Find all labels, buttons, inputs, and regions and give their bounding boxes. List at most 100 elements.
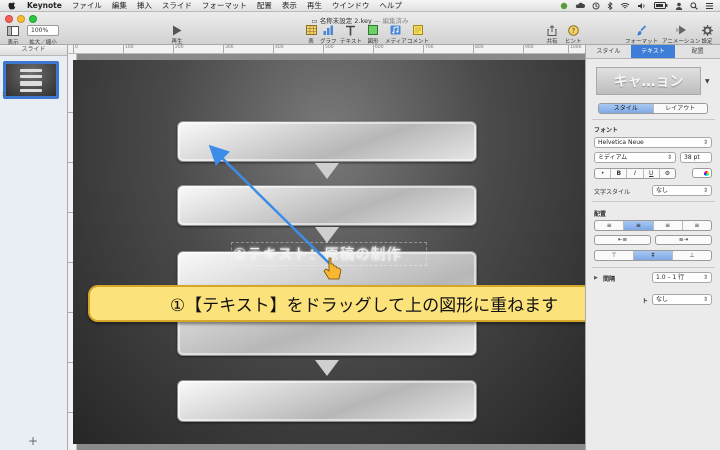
align-justify-icon[interactable]: ≡: [683, 221, 711, 230]
menu-app[interactable]: Keynote: [22, 1, 67, 10]
shape-button[interactable]: 図形: [366, 24, 380, 45]
ruler-tick: 200: [173, 45, 184, 53]
underline-button[interactable]: U: [644, 169, 660, 178]
dragged-text-box[interactable]: ①テキスト：原稿の制作: [233, 243, 402, 264]
media-button[interactable]: メディア: [385, 24, 407, 45]
flow-step-box-2[interactable]: [177, 185, 477, 226]
ruler-tick: 100: [123, 45, 134, 53]
tab-text[interactable]: テキスト: [630, 45, 676, 58]
ruler-tick: 700: [423, 45, 434, 53]
view-button[interactable]: 表示: [6, 25, 20, 46]
play-button[interactable]: 再生: [170, 24, 184, 45]
subtab-layout[interactable]: レイアウト: [654, 104, 708, 113]
flow-step-box-1[interactable]: [177, 121, 477, 162]
chevron-updown-icon: ⇕: [702, 139, 708, 146]
outdent-icon: ⇤≡: [617, 237, 628, 243]
align-left-icon[interactable]: ≡: [595, 221, 625, 230]
tips-button[interactable]: ? ヒント: [565, 24, 582, 45]
navigator-header: スライド: [0, 45, 67, 56]
time-machine-icon[interactable]: [592, 2, 600, 10]
user-icon[interactable]: [675, 2, 683, 10]
ruler-tick: 900: [523, 45, 534, 53]
align-right-icon[interactable]: ≡: [654, 221, 683, 230]
menu-help[interactable]: ヘルプ: [374, 0, 407, 11]
paragraph-style-preview[interactable]: キャ…ョン: [596, 67, 701, 95]
chevron-updown-icon: ⇕: [666, 154, 672, 161]
menu-view[interactable]: 表示: [277, 0, 302, 11]
apple-icon[interactable]: [7, 1, 17, 11]
tab-arrange[interactable]: 配置: [675, 45, 720, 58]
align-top-icon[interactable]: ⊤: [595, 251, 634, 260]
bullets-select[interactable]: なし ⇕: [652, 294, 712, 305]
disclosure-triangle-icon[interactable]: ▶: [594, 275, 598, 281]
italic-button[interactable]: I: [627, 169, 644, 178]
setup-button[interactable]: 設定: [700, 24, 714, 45]
decrease-indent-button[interactable]: ⇤≡: [594, 235, 651, 245]
flow-step-box-4[interactable]: [177, 380, 477, 422]
menu-play[interactable]: 再生: [302, 0, 327, 11]
cloud-icon[interactable]: [575, 2, 585, 9]
share-icon: [545, 24, 559, 36]
increase-indent-button[interactable]: ≡⇥: [655, 235, 712, 245]
zoom-control[interactable]: 100% 拡大／縮小: [27, 25, 59, 46]
menu-format[interactable]: フォーマット: [197, 0, 252, 11]
line-spacing-select[interactable]: 1.0 – 1 行 ⇕: [652, 272, 712, 283]
evernote-icon[interactable]: [560, 2, 568, 10]
alignment-section-label: 配置: [594, 211, 607, 218]
share-button[interactable]: 共有: [545, 24, 559, 45]
chevron-updown-icon: ⇕: [702, 187, 708, 194]
gear-icon: [700, 24, 714, 36]
table-button[interactable]: 表: [304, 24, 318, 45]
menu-slide[interactable]: スライド: [157, 0, 197, 11]
slide-thumbnail-1[interactable]: [3, 61, 59, 99]
text-options-icon[interactable]: •: [595, 169, 612, 178]
add-slide-button[interactable]: +: [28, 434, 38, 448]
subtab-style[interactable]: スタイル: [599, 104, 654, 113]
text-color-well[interactable]: [692, 168, 712, 178]
view-icon: [6, 25, 20, 37]
instruction-callout: ①【テキスト】をドラッグして上の図形に重ねます: [88, 285, 640, 322]
align-middle-icon[interactable]: ‡: [634, 251, 673, 260]
font-family-select[interactable]: Helvetica Neue ⇕: [594, 137, 712, 148]
menu-arrange[interactable]: 配置: [252, 0, 277, 11]
thumb-box: [20, 75, 42, 78]
gear-icon[interactable]: ⚙: [660, 169, 675, 178]
char-style-label: 文字スタイル: [594, 189, 631, 196]
chevron-updown-icon: ⇕: [702, 296, 708, 303]
menu-window[interactable]: ウインドウ: [327, 0, 375, 11]
slide-canvas[interactable]: ①テキスト：原稿の制作: [73, 60, 585, 444]
zoom-value[interactable]: 100%: [27, 25, 59, 36]
wifi-icon[interactable]: [620, 2, 630, 10]
text-button[interactable]: テキスト: [340, 24, 362, 45]
chart-icon: [321, 24, 335, 36]
chart-button[interactable]: グラフ: [320, 24, 337, 45]
menu-file[interactable]: ファイル: [67, 0, 107, 11]
question-icon: ?: [566, 24, 580, 36]
char-style-select[interactable]: なし ⇕: [652, 185, 712, 196]
align-bottom-icon[interactable]: ⊥: [673, 251, 711, 260]
notification-center-icon[interactable]: [705, 2, 714, 10]
play-icon: [170, 24, 184, 36]
shape-icon: [366, 24, 380, 36]
ruler-tick: 800: [473, 45, 484, 53]
animate-button[interactable]: アニメーション: [662, 24, 700, 45]
font-style-buttons: • B I U ⚙: [594, 168, 676, 179]
font-size-field[interactable]: 38 pt: [680, 152, 712, 163]
menu-edit[interactable]: 編集: [107, 0, 132, 11]
menu-insert[interactable]: 挿入: [132, 0, 157, 11]
comment-button[interactable]: コメント: [407, 24, 429, 45]
spotlight-icon[interactable]: [690, 1, 698, 10]
volume-icon[interactable]: [637, 2, 647, 10]
horizontal-alignment-buttons: ≡ ≡ ≡ ≡: [594, 220, 712, 231]
inspector-tabs: スタイル テキスト 配置: [586, 45, 720, 59]
format-button[interactable]: フォーマット: [625, 24, 658, 45]
battery-icon[interactable]: [654, 2, 668, 9]
font-weight-select[interactable]: ミディアム ⇕: [594, 152, 676, 163]
bluetooth-icon[interactable]: [607, 1, 613, 10]
tab-style[interactable]: スタイル: [586, 45, 631, 58]
align-center-icon[interactable]: ≡: [624, 221, 654, 230]
chevron-down-icon[interactable]: ▼: [705, 78, 710, 85]
horizontal-ruler[interactable]: 0 100 200 300 400 500 600 700 800 900 10…: [68, 45, 585, 54]
divider: [592, 119, 715, 120]
bold-button[interactable]: B: [611, 169, 628, 178]
